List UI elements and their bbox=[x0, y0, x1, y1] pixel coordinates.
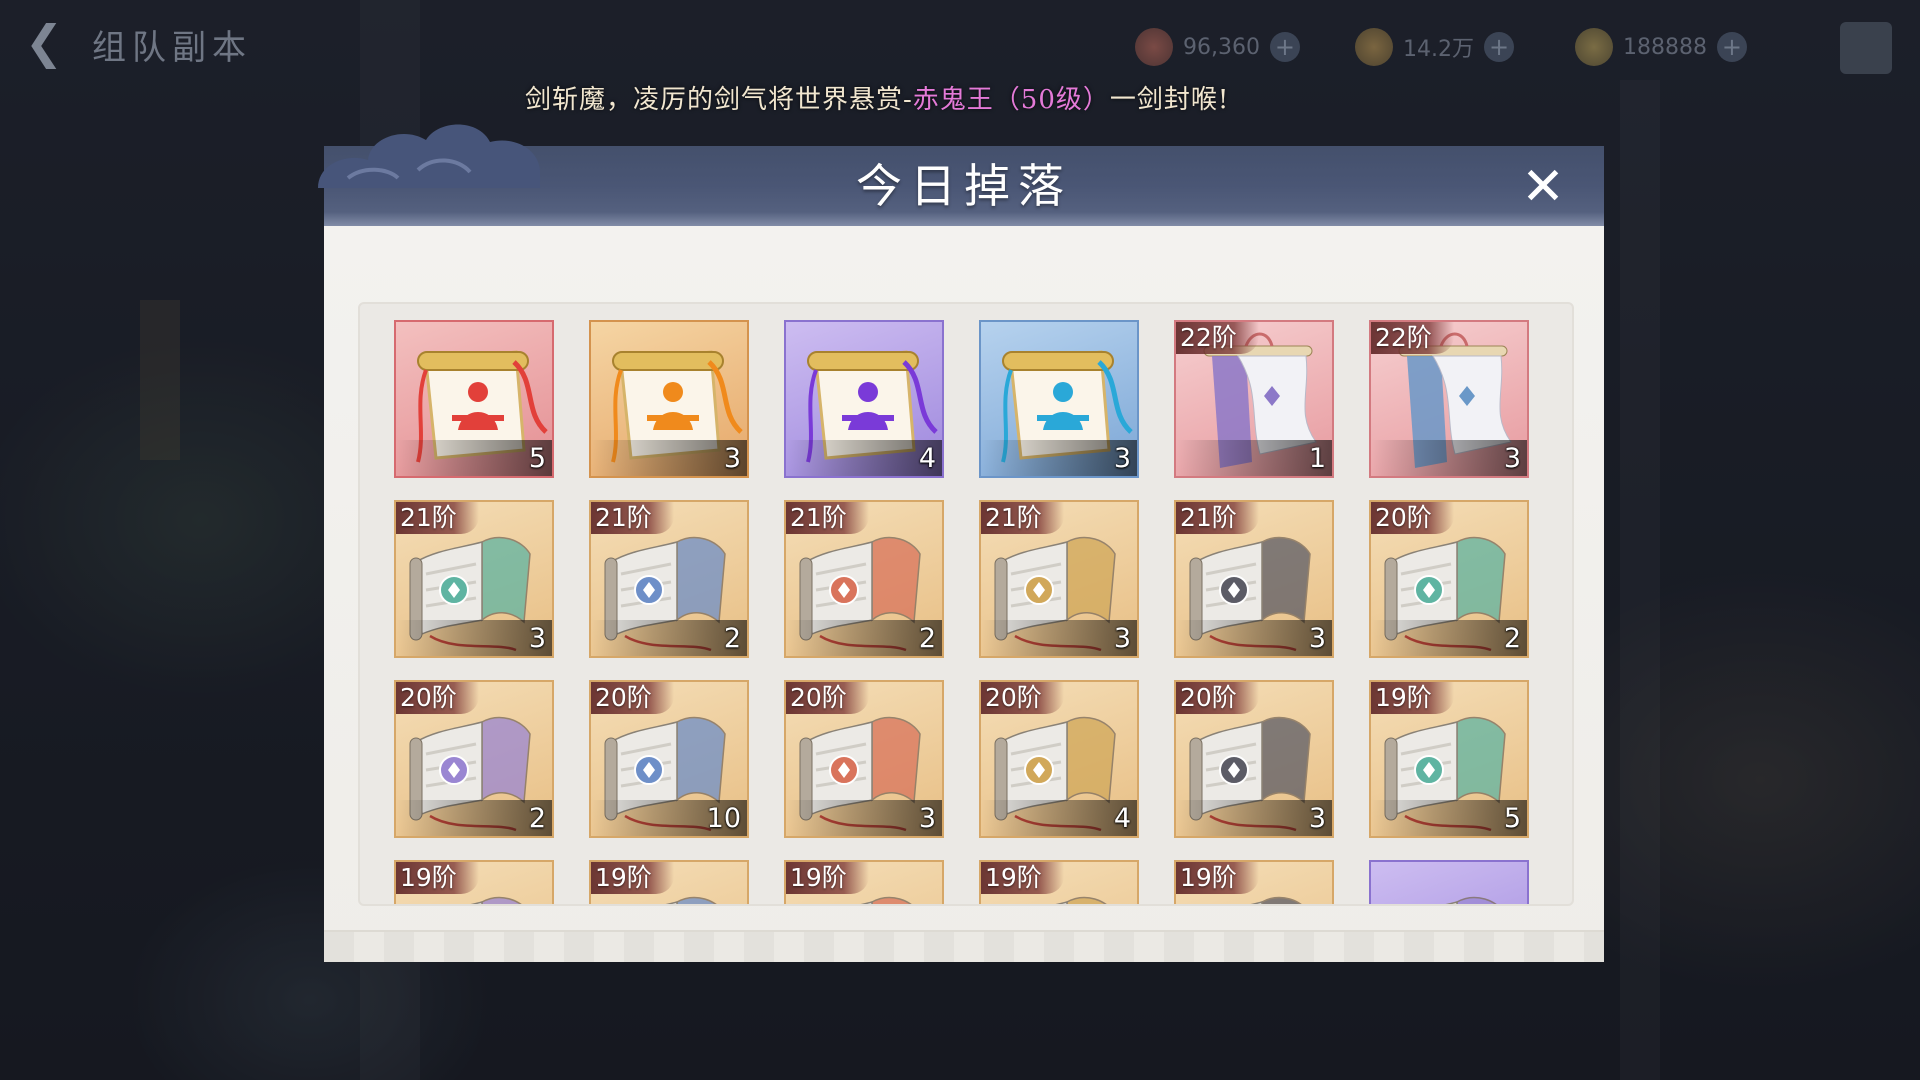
item-count: 10 bbox=[706, 803, 741, 834]
item-count: 3 bbox=[1113, 443, 1131, 474]
drop-item-slot[interactable]: 10 20阶 bbox=[589, 680, 749, 838]
drop-item-slot[interactable] bbox=[1369, 860, 1529, 904]
tier-badge: 22阶 bbox=[1371, 322, 1454, 354]
drop-item-slot[interactable]: 2 21阶 bbox=[589, 500, 749, 658]
tier-badge: 21阶 bbox=[786, 502, 869, 534]
item-count: 3 bbox=[528, 623, 546, 654]
drop-item-slot[interactable]: 5 bbox=[394, 320, 554, 478]
tier-badge: 22阶 bbox=[1176, 322, 1259, 354]
daily-drops-dialog: 今日掉落 ✕ 5 3 4 3 1 22阶 3 22阶 3 21阶 2 21阶 2… bbox=[318, 124, 1604, 962]
gold-icon bbox=[1575, 28, 1613, 66]
menu-button[interactable] bbox=[1840, 22, 1892, 74]
drop-item-slot[interactable]: 3 20阶 bbox=[784, 680, 944, 838]
close-icon[interactable]: ✕ bbox=[1520, 161, 1566, 213]
drop-item-slot[interactable]: 19阶 bbox=[979, 860, 1139, 904]
tier-badge: 21阶 bbox=[396, 502, 479, 534]
add-gem-button[interactable]: + bbox=[1269, 32, 1300, 62]
drop-item-slot[interactable]: 3 22阶 bbox=[1369, 320, 1529, 478]
tier-badge: 19阶 bbox=[1371, 682, 1454, 714]
item-count: 3 bbox=[1503, 443, 1521, 474]
tier-badge: 19阶 bbox=[786, 862, 869, 894]
drop-item-slot[interactable]: 3 21阶 bbox=[979, 500, 1139, 658]
drop-item-slot[interactable]: 3 20阶 bbox=[1174, 680, 1334, 838]
drop-item-slot[interactable]: 4 bbox=[784, 320, 944, 478]
item-count: 1 bbox=[1308, 443, 1326, 474]
item-count: 3 bbox=[1308, 803, 1326, 834]
drop-item-slot[interactable]: 2 20阶 bbox=[394, 680, 554, 838]
item-count: 3 bbox=[723, 443, 741, 474]
drop-items-grid[interactable]: 5 3 4 3 1 22阶 3 22阶 3 21阶 2 21阶 2 21阶 3 … bbox=[358, 302, 1574, 906]
drop-item-slot[interactable]: 19阶 bbox=[394, 860, 554, 904]
item-count: 2 bbox=[918, 623, 936, 654]
drop-item-slot[interactable]: 5 19阶 bbox=[1369, 680, 1529, 838]
drop-item-slot[interactable]: 1 22阶 bbox=[1174, 320, 1334, 478]
drop-item-slot[interactable]: 3 21阶 bbox=[394, 500, 554, 658]
tier-badge: 20阶 bbox=[396, 682, 479, 714]
item-count: 5 bbox=[1503, 803, 1521, 834]
drop-item-slot[interactable]: 3 bbox=[589, 320, 749, 478]
item-count: 2 bbox=[528, 803, 546, 834]
coin-icon bbox=[1355, 28, 1393, 66]
resource-gold: 188888 + bbox=[1575, 26, 1747, 68]
dialog-body: 5 3 4 3 1 22阶 3 22阶 3 21阶 2 21阶 2 21阶 3 … bbox=[324, 226, 1604, 962]
skill-scroll-icon bbox=[1371, 862, 1527, 904]
drop-item-slot[interactable]: 19阶 bbox=[1174, 860, 1334, 904]
tier-badge: 20阶 bbox=[1371, 502, 1454, 534]
tier-badge: 21阶 bbox=[1176, 502, 1259, 534]
tier-badge: 20阶 bbox=[591, 682, 674, 714]
drop-item-slot[interactable]: 19阶 bbox=[589, 860, 749, 904]
tier-badge: 21阶 bbox=[981, 502, 1064, 534]
tier-badge: 19阶 bbox=[981, 862, 1064, 894]
drop-item-slot[interactable]: 3 21阶 bbox=[1174, 500, 1334, 658]
scene-title: 组队副本 bbox=[92, 28, 252, 68]
item-count: 3 bbox=[918, 803, 936, 834]
drop-item-slot[interactable]: 2 21阶 bbox=[784, 500, 944, 658]
add-gold-button[interactable]: + bbox=[1716, 32, 1747, 62]
gold-value: 188888 bbox=[1623, 34, 1707, 60]
item-count: 3 bbox=[1308, 623, 1326, 654]
tier-badge: 19阶 bbox=[591, 862, 674, 894]
item-count: 2 bbox=[1503, 623, 1521, 654]
item-count: 4 bbox=[1113, 803, 1131, 834]
tier-badge: 21阶 bbox=[591, 502, 674, 534]
drop-item-slot[interactable]: 4 20阶 bbox=[979, 680, 1139, 838]
ticker-highlight: 赤鬼王（50级） bbox=[912, 85, 1110, 115]
tier-badge: 20阶 bbox=[1176, 682, 1259, 714]
announcement-ticker: 剑斩魔，凌厉的剑气将世界悬赏-赤鬼王（50级）一剑封喉! bbox=[525, 80, 1305, 120]
resource-gem: 96,360 + bbox=[1135, 26, 1300, 68]
drop-item-slot[interactable]: 3 bbox=[979, 320, 1139, 478]
resource-coin: 14.2万 + bbox=[1355, 26, 1514, 68]
ticker-text-end: 一剑封喉! bbox=[1109, 85, 1230, 115]
top-bar: ❮ 组队副本 96,360 + 14.2万 + 188888 + bbox=[0, 0, 1920, 80]
item-count: 4 bbox=[918, 443, 936, 474]
tier-badge: 19阶 bbox=[396, 862, 479, 894]
tier-badge: 19阶 bbox=[1176, 862, 1259, 894]
drop-item-slot[interactable]: 19阶 bbox=[784, 860, 944, 904]
gem-icon bbox=[1135, 28, 1173, 66]
item-count: 5 bbox=[528, 443, 546, 474]
item-count: 2 bbox=[723, 623, 741, 654]
coin-value: 14.2万 bbox=[1403, 37, 1474, 62]
dialog-header: 今日掉落 ✕ bbox=[318, 124, 1604, 226]
item-count: 3 bbox=[1113, 623, 1131, 654]
ticker-text: 剑斩魔，凌厉的剑气将世界悬赏- bbox=[525, 85, 913, 115]
add-coin-button[interactable]: + bbox=[1484, 32, 1514, 62]
drop-item-slot[interactable]: 2 20阶 bbox=[1369, 500, 1529, 658]
back-arrow-icon[interactable]: ❮ bbox=[14, 18, 74, 66]
tier-badge: 20阶 bbox=[981, 682, 1064, 714]
gem-value: 96,360 bbox=[1183, 34, 1260, 60]
tier-badge: 20阶 bbox=[786, 682, 869, 714]
dialog-title: 今日掉落 bbox=[856, 159, 1072, 213]
dialog-footer bbox=[324, 930, 1604, 962]
